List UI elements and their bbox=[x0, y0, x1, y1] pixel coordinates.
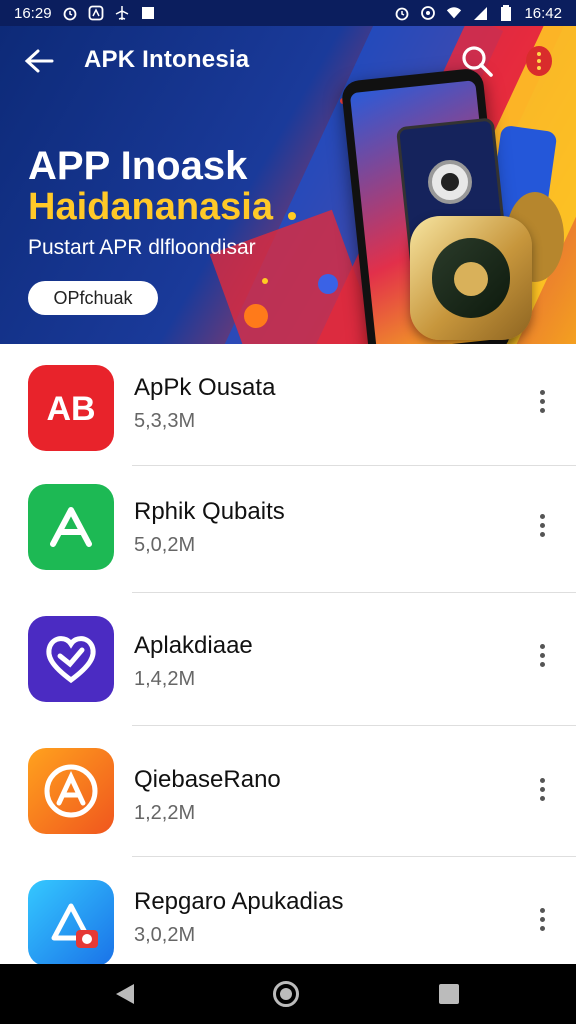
app-size: 5,0,2M bbox=[134, 534, 196, 556]
circle-a-icon bbox=[28, 748, 114, 834]
arrow-left-icon bbox=[24, 49, 54, 73]
more-vert-icon bbox=[537, 52, 541, 56]
app-bar: APK Intonesia bbox=[0, 26, 576, 96]
nav-back-icon[interactable] bbox=[116, 984, 134, 1004]
app-name: Rphik Qubaits bbox=[134, 498, 285, 525]
hero-cta-button[interactable]: OPfchuak bbox=[28, 281, 158, 315]
more-options-button[interactable] bbox=[526, 46, 552, 76]
app-icon-ab: AB bbox=[28, 365, 114, 451]
app-name: Repgaro Apukadias bbox=[134, 888, 344, 915]
status-bar: 16:29 16:42 bbox=[0, 0, 576, 26]
alarm-status-icon bbox=[394, 5, 410, 21]
hero-title: APP Inoask bbox=[28, 144, 248, 188]
gold-app-icon bbox=[410, 216, 532, 340]
app-size: 1,2,2M bbox=[134, 802, 196, 824]
list-item[interactable]: QiebaseRano 1,2,2M bbox=[0, 726, 576, 858]
status-time-left: 16:29 bbox=[14, 4, 52, 22]
status-time-right: 16:42 bbox=[524, 4, 562, 22]
app-name: Aplakdiaae bbox=[134, 632, 253, 659]
app-notification-icon bbox=[88, 5, 104, 21]
more-vert-icon[interactable] bbox=[530, 510, 554, 540]
page-title: APK Intonesia bbox=[84, 46, 250, 73]
signal-icon bbox=[472, 5, 488, 21]
battery-icon bbox=[498, 5, 514, 21]
sync-icon bbox=[420, 5, 436, 21]
hero-description: Pustart APR dlfloondisar bbox=[28, 236, 256, 259]
svg-text:AB: AB bbox=[46, 390, 95, 428]
square-notification-icon bbox=[140, 5, 156, 21]
back-button[interactable] bbox=[24, 48, 54, 74]
app-size: 1,4,2M bbox=[134, 668, 196, 690]
airplane-icon bbox=[114, 5, 130, 21]
app-store-icon bbox=[28, 484, 114, 570]
divider bbox=[132, 592, 576, 593]
more-vert-icon[interactable] bbox=[530, 640, 554, 670]
hero-subtitle: Haidananasia bbox=[28, 186, 273, 228]
heart-link-icon bbox=[28, 616, 114, 702]
more-vert-icon[interactable] bbox=[530, 904, 554, 934]
system-nav-bar bbox=[0, 964, 576, 1024]
app-list: AB ApPk Ousata 5,3,3M Rphik Qubaits 5,0,… bbox=[0, 344, 576, 966]
list-item[interactable]: Aplakdiaae 1,4,2M bbox=[0, 594, 576, 726]
more-vert-icon[interactable] bbox=[530, 774, 554, 804]
nav-recents-icon[interactable] bbox=[439, 984, 459, 1004]
list-item[interactable]: AB ApPk Ousata 5,3,3M bbox=[0, 344, 576, 476]
app-size: 3,0,2M bbox=[134, 924, 196, 946]
alarm-icon bbox=[62, 5, 78, 21]
app-name: QiebaseRano bbox=[134, 766, 281, 793]
nav-home-icon[interactable] bbox=[273, 981, 299, 1007]
app-size: 5,3,3M bbox=[134, 410, 196, 432]
wifi-icon bbox=[446, 5, 462, 21]
more-vert-icon[interactable] bbox=[530, 386, 554, 416]
list-item[interactable]: Rphik Qubaits 5,0,2M bbox=[0, 466, 576, 598]
search-button[interactable] bbox=[460, 44, 494, 78]
camera-icon bbox=[428, 160, 472, 204]
triangle-camera-icon bbox=[28, 880, 114, 966]
divider bbox=[132, 856, 576, 857]
app-name: ApPk Ousata bbox=[134, 374, 276, 401]
search-icon bbox=[462, 46, 493, 77]
